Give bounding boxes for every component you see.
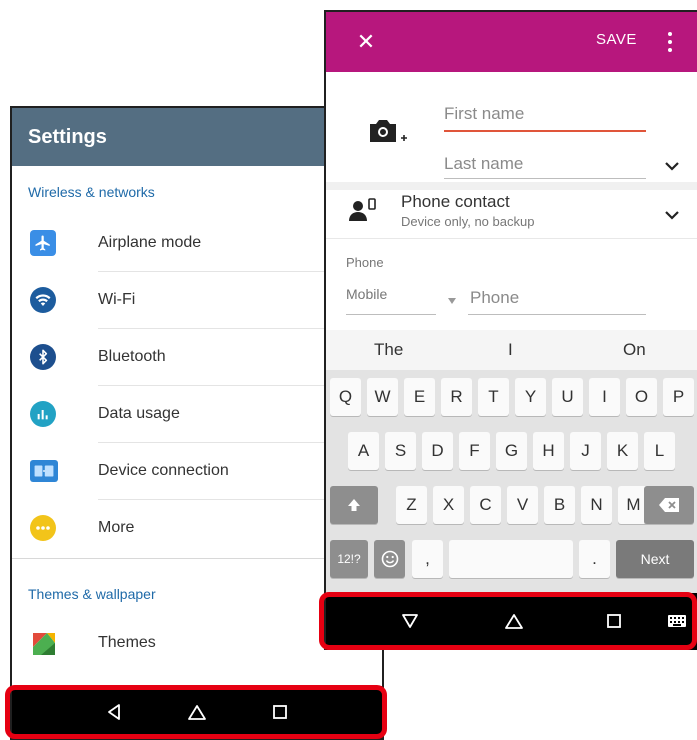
save-button[interactable]: SAVE — [596, 31, 637, 48]
suggestion[interactable]: On — [623, 340, 646, 360]
backspace-icon — [659, 498, 679, 512]
contact-editor-screen: ✕ SAVE First name Last name Phone contac… — [324, 10, 697, 650]
key-s[interactable]: S — [385, 432, 416, 470]
key-g[interactable]: G — [496, 432, 527, 470]
overflow-menu-icon[interactable] — [664, 28, 676, 56]
emoji-key[interactable] — [374, 540, 405, 578]
key-a[interactable]: A — [348, 432, 379, 470]
section-wireless-networks: Wireless & networks — [28, 184, 155, 200]
themes-icon — [30, 630, 58, 658]
key-b[interactable]: B — [544, 486, 575, 524]
key-i[interactable]: I — [589, 378, 620, 416]
more-icon — [30, 515, 56, 541]
key-f[interactable]: F — [459, 432, 490, 470]
key-p[interactable]: P — [663, 378, 694, 416]
highlight-frame — [319, 592, 697, 650]
next-key[interactable]: Next — [616, 540, 694, 578]
name-section: First name Last name — [326, 72, 697, 187]
key-c[interactable]: C — [470, 486, 501, 524]
key-o[interactable]: O — [626, 378, 657, 416]
key-e[interactable]: E — [404, 378, 435, 416]
settings-item-label: More — [98, 519, 135, 536]
soft-keyboard: Q W E R T Y U I O P A S D F G H J K L Z … — [326, 370, 697, 595]
key-h[interactable]: H — [533, 432, 564, 470]
key-n[interactable]: N — [581, 486, 612, 524]
chevron-down-icon[interactable] — [664, 158, 680, 171]
close-icon[interactable]: ✕ — [352, 28, 380, 56]
symbols-key[interactable]: 12!? — [330, 540, 368, 578]
key-y[interactable]: Y — [515, 378, 546, 416]
phone-type-select[interactable]: Mobile — [346, 286, 387, 302]
bluetooth-icon — [30, 344, 56, 370]
contact-app-bar: ✕ SAVE — [326, 12, 697, 72]
first-name-field[interactable]: First name — [444, 104, 524, 124]
shift-key[interactable] — [330, 486, 378, 524]
keyboard-suggestion-bar: The I On — [326, 330, 697, 370]
first-name-underline — [444, 130, 646, 132]
key-x[interactable]: X — [433, 486, 464, 524]
emoji-icon — [381, 550, 398, 568]
settings-item-label: Bluetooth — [98, 348, 166, 365]
key-d[interactable]: D — [422, 432, 453, 470]
phone-type-underline — [346, 314, 436, 315]
account-subtitle: Device only, no backup — [401, 214, 535, 229]
phone-number-field[interactable]: Phone — [470, 288, 519, 308]
space-key[interactable] — [449, 540, 573, 578]
key-q[interactable]: Q — [330, 378, 361, 416]
period-key[interactable]: . — [579, 540, 610, 578]
shift-icon — [348, 499, 360, 511]
divider — [326, 238, 697, 239]
key-t[interactable]: T — [478, 378, 509, 416]
add-photo-icon[interactable] — [368, 116, 407, 142]
data-usage-icon — [30, 401, 56, 427]
chevron-down-icon[interactable] — [664, 207, 680, 220]
key-r[interactable]: R — [441, 378, 472, 416]
comma-key[interactable]: , — [412, 540, 443, 578]
highlight-frame — [5, 685, 387, 739]
last-name-underline — [444, 178, 646, 179]
settings-item-label: Airplane mode — [98, 234, 202, 251]
device-connection-icon — [30, 460, 58, 482]
wifi-icon — [30, 287, 56, 313]
airplane-icon — [30, 230, 56, 256]
key-k[interactable]: K — [607, 432, 638, 470]
settings-item-label: Data usage — [98, 405, 180, 422]
key-u[interactable]: U — [552, 378, 583, 416]
key-l[interactable]: L — [644, 432, 675, 470]
suggestion[interactable]: I — [508, 340, 513, 360]
key-j[interactable]: J — [570, 432, 601, 470]
key-z[interactable]: Z — [396, 486, 427, 524]
key-v[interactable]: V — [507, 486, 538, 524]
key-w[interactable]: W — [367, 378, 398, 416]
dropdown-arrow-icon[interactable] — [448, 291, 456, 309]
settings-item-label: Device connection — [98, 462, 229, 479]
phone-section-label: Phone — [346, 255, 384, 270]
phone-contact-icon — [348, 197, 378, 225]
settings-item-label: Wi-Fi — [98, 291, 136, 308]
phone-number-underline — [468, 314, 646, 315]
section-themes-wallpaper: Themes & wallpaper — [28, 586, 156, 602]
backspace-key[interactable] — [644, 486, 694, 524]
last-name-field[interactable]: Last name — [444, 154, 523, 174]
settings-item-label: Themes — [98, 634, 156, 651]
suggestion[interactable]: The — [374, 340, 403, 360]
account-selector[interactable]: Phone contact Device only, no backup — [326, 187, 697, 237]
account-title: Phone contact — [401, 192, 510, 211]
